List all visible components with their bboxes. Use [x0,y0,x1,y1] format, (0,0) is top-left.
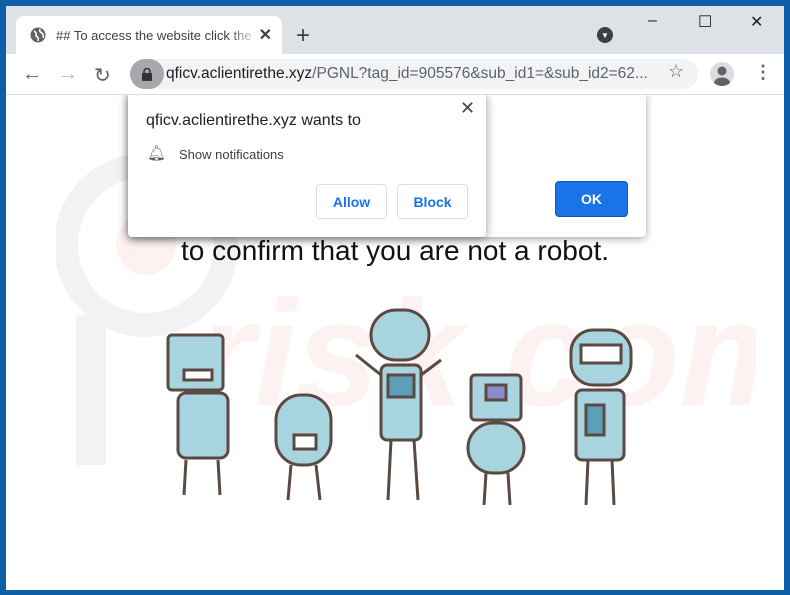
block-button[interactable]: Block [397,184,468,219]
tab-active[interactable]: ## To access the website click the ✕ [16,16,282,54]
menu-kebab-icon[interactable]: ⋮ [754,62,772,83]
page-content: risk.com OK to confirm that you are not … [6,95,784,590]
permission-close-icon[interactable]: ✕ [460,98,475,119]
allow-button[interactable]: Allow [316,184,387,219]
permission-item: Show notifications [179,147,284,162]
reload-icon[interactable]: ↻ [94,63,111,88]
lock-icon[interactable] [130,59,164,89]
robot-message: to confirm that you are not a robot. [180,235,609,266]
back-icon[interactable]: ← [22,63,42,86]
close-window-button[interactable]: ✕ [750,12,763,32]
media-control-icon[interactable]: ▼ [597,27,613,43]
forward-icon[interactable]: → [58,63,78,86]
tab-close-icon[interactable]: ✕ [259,25,272,45]
maximize-button[interactable]: ☐ [698,12,712,32]
bell-icon: 🔔︎ [147,145,167,162]
profile-avatar-icon[interactable] [710,62,734,86]
bookmark-star-icon[interactable]: ☆ [668,61,684,82]
permission-title: qficv.aclientirethe.xyz wants to [146,112,361,129]
tab-strip: ## To access the website click the ✕ + ▼… [6,6,784,54]
tab-title: ## To access the website click the [56,27,252,43]
robots-illustration [166,308,633,506]
browser-window: ## To access the website click the ✕ + ▼… [6,6,784,590]
notification-permission-popup: qficv.aclientirethe.xyz wants to ✕ 🔔︎ Sh… [128,95,486,237]
toolbar: ← → ↻ qficv.aclientirethe.xyz/PGNL?tag_i… [6,54,784,95]
ok-button[interactable]: OK [555,181,628,217]
globe-icon [30,27,46,43]
url-host: qficv.aclientirethe.xyz [166,65,313,82]
minimize-button[interactable]: – [648,12,657,30]
address-bar[interactable]: qficv.aclientirethe.xyz/PGNL?tag_id=9055… [130,59,698,89]
new-tab-button[interactable]: + [296,22,310,50]
url-path: /PGNL?tag_id=905576&sub_id1=&sub_id2=62.… [312,65,648,82]
